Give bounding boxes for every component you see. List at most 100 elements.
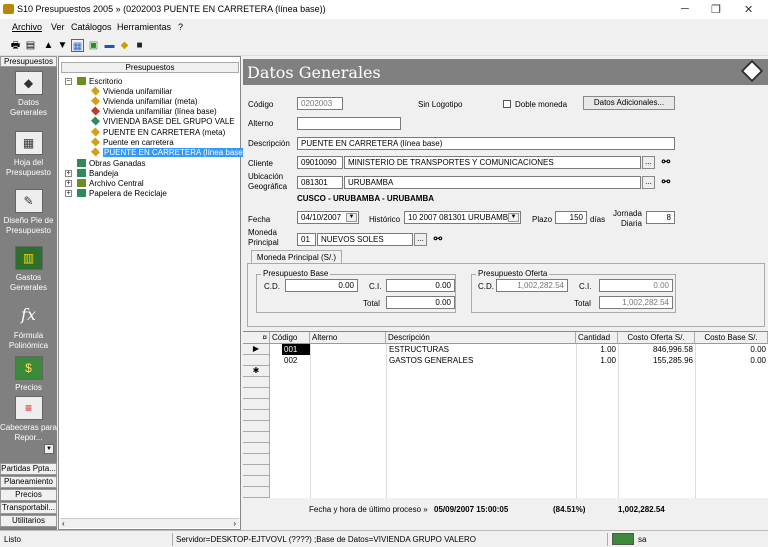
sidebar-item-hoja-presupuesto[interactable]: ▦ Hoja del Presupuesto [0,131,57,178]
grid-header-costo-oferta[interactable]: Costo Oferta S/. [618,332,695,344]
sidebar-item-diseno-pie[interactable]: ✎ Diseño Pie de Presupuesto [0,189,57,236]
grid-view-icon[interactable]: ▦ [71,39,84,52]
table-cell-codigo[interactable]: 002 [282,355,310,366]
sidebar-item-datos-generales[interactable]: ◆ Datos Generales [0,71,57,118]
tree-node[interactable]: Vivienda unifamiliar [90,86,172,97]
scroll-down-icon[interactable]: ▼ [44,444,54,454]
tree-node[interactable]: Obras Ganadas [77,159,145,169]
table-cell-descripcion[interactable]: GASTOS GENERALES [387,355,576,366]
arrow-down-icon[interactable]: ▼ [56,39,69,52]
jornada-field[interactable]: 8 [646,211,675,224]
tree-node[interactable]: Puente en carretera [90,137,174,148]
sidebar-item-formula-polinomica[interactable]: fx Fórmula Polinómica [0,304,57,351]
table-cell-alterno[interactable] [310,344,386,355]
table-cell-costo-oferta[interactable]: 155,285.96 [618,355,695,366]
tree-view-icon[interactable]: ▣ [87,39,100,52]
binoculars-icon[interactable]: ⚯ [659,176,673,189]
menu-catalogos[interactable]: Catálogos [71,22,112,32]
items-grid[interactable]: ¤ Código Alterno Descripción Cantidad Co… [243,331,768,499]
cliente-nombre-field[interactable]: MINISTERIO DE TRANSPORTES Y COMUNICACION… [344,156,641,169]
expand-toggle-icon[interactable]: + [65,180,72,187]
grid-header-alterno[interactable]: Alterno [310,332,386,344]
row-indicator[interactable] [243,355,270,366]
menu-herramientas[interactable]: Herramientas [117,22,171,32]
plazo-field[interactable]: 150 [555,211,587,224]
tab-moneda-principal[interactable]: Moneda Principal (S/.) [251,250,342,264]
expand-toggle-icon[interactable]: − [65,78,72,85]
tree-node[interactable]: Escritorio [77,77,122,87]
table-cell-costo-oferta[interactable]: 846,996.58 [618,344,695,355]
ubicacion-nombre-field[interactable]: URUBAMBA [344,176,641,189]
sidebar-tab-utilitarios[interactable]: Utilitarios [0,515,57,527]
moneda-codigo-field[interactable]: 01 [297,233,316,246]
minimize-button[interactable]: ─ [681,3,689,15]
alterno-field[interactable] [297,117,401,130]
tree-node[interactable]: Vivienda unifamiliar (meta) [90,96,198,107]
codigo-field[interactable]: 0202003 [297,97,343,110]
historico-select[interactable]: 10 2007 081301 URUBAMB. ▼ [404,211,521,224]
table-cell-descripcion[interactable]: ESTRUCTURAS [387,344,576,355]
scroll-left-icon[interactable]: ‹ [62,519,65,528]
binoculars-icon[interactable]: ⚯ [431,233,445,246]
cliente-codigo-field[interactable]: 09010090 [297,156,343,169]
cliente-browse-button[interactable]: ... [642,156,655,169]
new-row-indicator[interactable]: ✱ [243,366,270,377]
diamond-tool-icon[interactable]: ◆ [118,39,131,52]
base-cd-field[interactable]: 0.00 [285,279,358,292]
grid-header-codigo[interactable]: Código [270,332,310,344]
tree-node[interactable]: Papelera de Reciclaje [77,189,167,199]
tree-node[interactable]: Archivo Central [77,179,144,189]
sidebar-tab-transportabilidad[interactable]: Transportabil... [0,502,57,514]
table-cell-codigo[interactable]: 001 [282,344,310,355]
moneda-nombre-field[interactable]: NUEVOS SOLES [317,233,413,246]
table-cell-alterno[interactable] [310,355,386,366]
menu-help[interactable]: ? [178,22,183,32]
scroll-right-icon[interactable]: › [233,519,236,528]
row-indicator[interactable]: ▶ [243,344,270,355]
tree-node[interactable]: Vivienda unifamiliar (línea base) [90,106,217,117]
doble-moneda-checkbox[interactable] [503,100,511,108]
moneda-browse-button[interactable]: ... [414,233,427,246]
sidebar-item-precios[interactable]: $ Precios [0,356,57,393]
oferta-ci-field[interactable]: 0.00 [599,279,673,292]
chevron-down-icon[interactable]: ▼ [346,213,357,222]
fecha-field[interactable]: 04/10/2007 ▼ [297,211,359,224]
horizontal-scrollbar[interactable]: ‹ › [60,518,239,528]
sidebar-tab-planeamiento[interactable]: Planeamiento [0,476,57,488]
sidebar-header[interactable]: Presupuestos [0,56,57,67]
menu-ver[interactable]: Ver [51,22,65,32]
tree-node[interactable]: VIVIENDA BASE DEL GRUPO VALE [90,116,235,127]
sidebar-item-cabeceras[interactable]: ≡ Cabeceras para Repor... [0,396,57,443]
ubicacion-codigo-field[interactable]: 081301 [297,176,343,189]
grid-header-descripcion[interactable]: Descripción [386,332,576,344]
preview-icon[interactable]: ▤ [24,39,37,52]
tree-node[interactable]: Bandeja [77,169,118,179]
tree-node[interactable]: PUENTE EN CARRETERA (meta) [90,127,225,138]
binoculars-icon[interactable]: ⚯ [659,156,673,169]
menu-archivo[interactable]: Archivo [12,22,42,32]
oferta-total-field[interactable]: 1,002,282.54 [599,296,673,309]
monitor-icon[interactable]: ▬ [103,39,116,52]
arrow-up-icon[interactable]: ▲ [42,39,55,52]
table-cell-costo-base[interactable]: 0.00 [695,355,768,366]
save-icon[interactable]: ■ [133,39,146,52]
base-total-field[interactable]: 0.00 [386,296,455,309]
print-icon[interactable]: 🖶 [9,39,22,52]
table-cell-cantidad[interactable]: 1.00 [576,355,618,366]
sidebar-item-gastos-generales[interactable]: ▥ Gastos Generales [0,246,57,293]
expand-toggle-icon[interactable]: + [65,190,72,197]
table-cell-costo-base[interactable]: 0.00 [695,344,768,355]
chevron-down-icon[interactable]: ▼ [508,213,519,222]
table-cell-cantidad[interactable]: 1.00 [576,344,618,355]
grid-header-costo-base[interactable]: Costo Base S/. [695,332,768,344]
sidebar-tab-precios[interactable]: Precios [0,489,57,501]
grid-header-cantidad[interactable]: Cantidad [576,332,618,344]
sidebar-tab-partidas[interactable]: Partidas Ppta... [0,463,57,475]
tree-node[interactable]: PUENTE EN CARRETERA (línea base [90,147,244,158]
datos-adicionales-button[interactable]: Datos Adicionales... [583,96,675,110]
descripcion-field[interactable]: PUENTE EN CARRETERA (línea base) [297,137,675,150]
base-ci-field[interactable]: 0.00 [386,279,455,292]
ubicacion-browse-button[interactable]: ... [642,176,655,189]
maximize-button[interactable]: ❐ [711,3,721,16]
oferta-cd-field[interactable]: 1,002,282.54 [496,279,568,292]
